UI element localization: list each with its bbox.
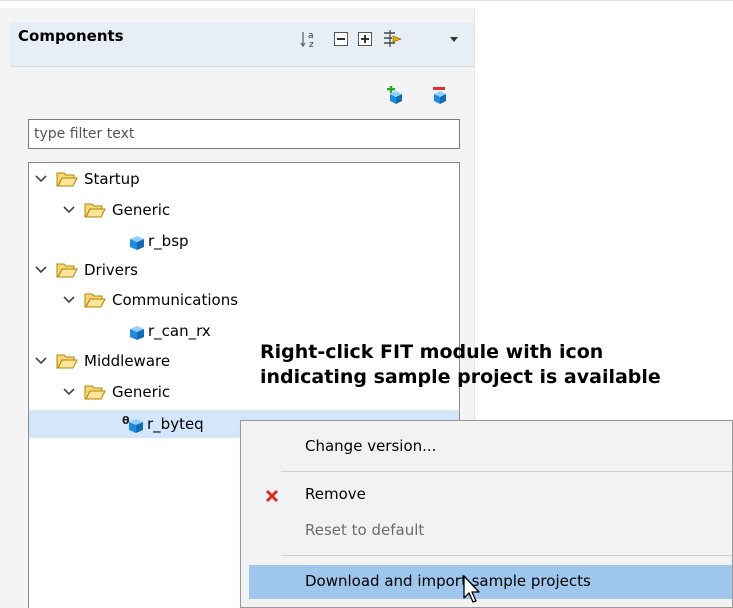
- tree-label: r_byteq: [147, 415, 204, 433]
- open-folder-icon: [56, 172, 78, 187]
- tree-label: Generic: [112, 383, 171, 401]
- chevron-down-icon[interactable]: [34, 172, 48, 186]
- view-menu-icon[interactable]: [448, 30, 460, 48]
- tree-label: r_bsp: [148, 232, 189, 250]
- tree-label: Generic: [112, 201, 171, 219]
- svg-text:z: z: [309, 40, 314, 49]
- menu-item-change-version[interactable]: Change version...: [305, 437, 436, 455]
- module-cube-icon: [130, 326, 144, 340]
- callout-line-1: Right-click FIT module with icon: [260, 341, 604, 363]
- chevron-down-icon[interactable]: [34, 354, 48, 368]
- filter-options-icon[interactable]: [380, 28, 406, 50]
- remove-component-icon[interactable]: [430, 86, 448, 104]
- open-folder-icon: [84, 293, 106, 308]
- chevron-down-icon[interactable]: [34, 263, 48, 277]
- tree-node-communications[interactable]: Communications: [62, 289, 238, 311]
- module-cube-icon: [130, 236, 144, 250]
- window-top-border: [0, 0, 733, 1]
- menu-separator: [281, 471, 732, 472]
- menu-separator: [281, 555, 732, 556]
- menu-item-remove[interactable]: Remove: [305, 485, 366, 503]
- tree-node-middleware-generic[interactable]: Generic: [62, 381, 170, 403]
- tree-label: Drivers: [84, 261, 138, 279]
- tree-node-startup-generic[interactable]: Generic: [62, 199, 170, 221]
- add-component-icon[interactable]: [386, 86, 404, 104]
- chevron-down-icon[interactable]: [62, 203, 76, 217]
- collapse-all-icon[interactable]: [332, 30, 350, 48]
- expand-all-icon[interactable]: [356, 30, 374, 48]
- tree-node-startup[interactable]: Startup: [34, 168, 140, 190]
- panel-title: Components: [18, 27, 124, 45]
- remove-x-icon: [265, 489, 279, 503]
- open-folder-icon: [56, 354, 78, 369]
- sort-alphabetically-icon[interactable]: az: [300, 30, 318, 49]
- annotation-callout: Right-click FIT module with icon indicat…: [260, 340, 730, 390]
- tree-node-drivers[interactable]: Drivers: [34, 259, 138, 281]
- chevron-down-icon[interactable]: [62, 293, 76, 307]
- chevron-down-icon[interactable]: [62, 385, 76, 399]
- tree-label: Middleware: [84, 352, 171, 370]
- tree-label: r_can_rx: [148, 322, 211, 340]
- tree-node-r-can-rx[interactable]: r_can_rx: [122, 320, 211, 342]
- open-folder-icon: [84, 203, 106, 218]
- mouse-cursor-icon: [463, 575, 480, 603]
- menu-item-reset-to-default[interactable]: Reset to default: [305, 521, 424, 539]
- tree-label: Startup: [84, 170, 140, 188]
- menu-item-download-import-sample-projects[interactable]: Download and import sample projects: [305, 572, 591, 590]
- tree-node-r-bsp[interactable]: r_bsp: [122, 230, 189, 252]
- module-with-sample-project-icon: θ: [122, 414, 143, 433]
- tree-label: Communications: [112, 291, 239, 309]
- open-folder-icon: [56, 263, 78, 278]
- callout-line-2: indicating sample project is available: [260, 366, 661, 388]
- context-menu: Change version... Remove Reset to defaul…: [240, 420, 733, 608]
- filter-input[interactable]: [28, 119, 460, 149]
- svg-text:θ: θ: [122, 414, 130, 427]
- tree-node-middleware[interactable]: Middleware: [34, 350, 170, 372]
- open-folder-icon: [84, 385, 106, 400]
